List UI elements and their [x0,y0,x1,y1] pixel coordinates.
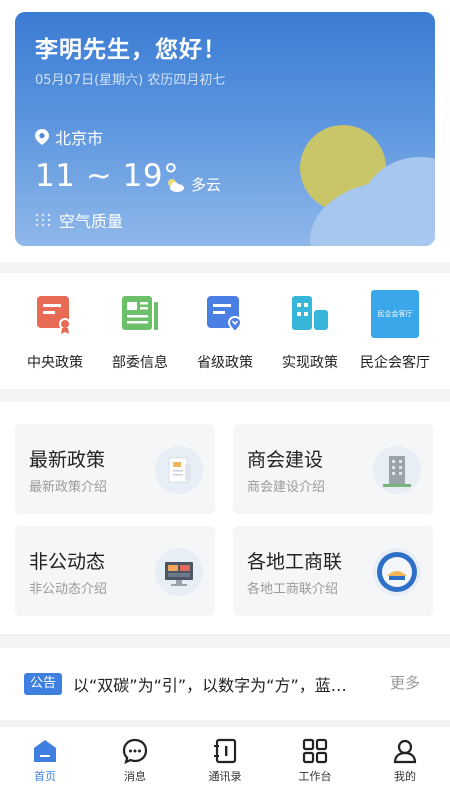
tab-label: 工作台 [298,770,332,783]
building-illustration-icon [373,446,421,494]
tab-home[interactable]: 首页 [10,737,80,784]
provincial-policy-icon [207,296,242,333]
central-policy-icon [37,296,71,334]
quick-link-label: 实现政策 [282,355,338,371]
document-illustration-icon [155,446,203,494]
contacts-icon [214,738,237,764]
announcement-text[interactable]: 以“双碳”为“引”，以数字为“方”，蓝… [73,672,373,696]
quick-link-label: 部委信息 [112,355,168,371]
more-link[interactable]: 更多 [390,672,420,693]
location[interactable]: 北京市 [35,125,103,149]
weather-card[interactable]: 李明先生，您好！ 05月07日(星期六) 农历四月初七 北京市 11 ~ 19°… [15,12,435,246]
quick-link-central-policy[interactable]: 中央政策 [10,290,100,372]
partly-cloudy-icon [168,178,184,192]
card-title: 非公动态 [29,551,106,573]
tab-label: 消息 [124,770,146,783]
card-chamber-building[interactable]: 商会建设 商会建设介绍 [233,424,433,514]
quick-link-label: 省级政策 [197,355,253,371]
quick-link-reception-hall[interactable]: 民企会客厅 民企会客厅 [350,290,440,372]
quick-link-ministry-info[interactable]: 部委信息 [95,290,185,372]
tab-label: 通讯录 [208,770,242,783]
tab-messages[interactable]: 消息 [100,737,170,784]
card-title: 最新政策 [29,449,106,471]
message-icon [122,738,148,764]
tab-workbench[interactable]: 工作台 [280,737,350,784]
quick-link-provincial-policy[interactable]: 省级政策 [180,290,270,372]
quick-link-label: 中央政策 [27,355,83,371]
federation-emblem-icon [373,548,421,596]
home-icon [34,740,56,762]
card-subtitle: 最新政策介绍 [29,480,108,495]
card-non-public-news[interactable]: 非公动态 非公动态介绍 [15,526,215,616]
quick-link-label: 民企会客厅 [360,355,430,371]
condition-label: 多云 [191,176,222,194]
tab-contacts[interactable]: 通讯录 [190,737,260,784]
card-subtitle: 非公动态介绍 [29,582,108,597]
location-pin-icon [35,129,49,145]
air-quality-label: 空气质量 [59,212,124,231]
air-quality[interactable]: 空气质量 [35,208,123,232]
reception-hall-icon-text: 民企会客厅 [377,310,413,318]
feature-grid: 最新政策 最新政策介绍 商会建设 商会建设介绍 非公动态 非公动态介绍 各地工商… [0,402,450,634]
greeting-text: 李明先生，您好！ [35,37,227,63]
tab-label: 我的 [394,770,416,783]
card-title: 各地工商联 [247,551,343,573]
temperature-range: 11 ~ 19° [35,158,180,194]
air-quality-icon [35,213,51,227]
reception-hall-icon: 民企会客厅 [371,290,419,338]
implementation-policy-icon [292,296,328,330]
card-local-federations[interactable]: 各地工商联 各地工商联介绍 [233,526,433,616]
tab-label: 首页 [34,770,56,783]
card-latest-policy[interactable]: 最新政策 最新政策介绍 [15,424,215,514]
city-name: 北京市 [55,129,104,148]
card-title: 商会建设 [247,449,324,471]
bottom-tab-bar: 首页 消息 通讯录 工作台 我的 [0,726,450,800]
announcement-bar[interactable]: 公告 以“双碳”为“引”，以数字为“方”，蓝… 更多 [0,648,450,720]
workbench-icon [302,738,328,764]
ministry-info-icon [122,296,158,330]
quick-links: 中央政策 部委信息 省级政策 实现政策 民企会客厅 民企会客厅 [0,273,450,389]
card-subtitle: 各地工商联介绍 [247,582,339,597]
date-text: 05月07日(星期六) 农历四月初七 [35,73,226,88]
profile-icon [393,739,417,764]
quick-link-implementation-policy[interactable]: 实现政策 [265,290,355,372]
tab-profile[interactable]: 我的 [370,737,440,784]
monitor-illustration-icon [155,548,203,596]
announcement-badge: 公告 [24,673,62,695]
card-subtitle: 商会建设介绍 [247,480,326,495]
weather-condition: 多云 [165,174,221,195]
